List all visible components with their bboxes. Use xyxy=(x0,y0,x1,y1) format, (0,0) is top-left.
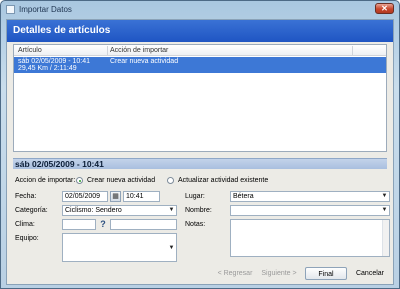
title-bar[interactable]: Importar Datos ✕ xyxy=(1,1,399,18)
window-title: Importar Datos xyxy=(19,5,72,14)
radio-create-label[interactable]: Crear nueva actividad xyxy=(87,177,155,184)
item-date: sáb 02/05/2009 - 10:41 xyxy=(18,58,91,65)
back-button[interactable]: < Regresar xyxy=(215,267,255,280)
close-button[interactable]: ✕ xyxy=(375,3,394,14)
notes-scrollbar[interactable] xyxy=(382,220,389,256)
section-title: Detalles de artículos xyxy=(13,25,111,36)
chevron-down-icon[interactable]: ▼ xyxy=(167,244,176,253)
chevron-down-icon[interactable]: ▼ xyxy=(380,192,389,201)
equipo-label: Equipo: xyxy=(15,235,39,242)
radio-update-label[interactable]: Actualizar actividad existente xyxy=(178,177,268,184)
next-button[interactable]: Siguiente > xyxy=(258,267,300,280)
lugar-label: Lugar: xyxy=(185,193,205,200)
item-action: Crear nueva actividad xyxy=(110,58,179,65)
calendar-button[interactable]: ▦ xyxy=(110,191,121,202)
column-divider[interactable] xyxy=(107,46,108,55)
detail-title: sáb 02/05/2009 - 10:41 xyxy=(15,159,104,169)
fecha-label: Fecha: xyxy=(15,193,37,200)
time-value: 10:41 xyxy=(126,193,144,200)
articles-list[interactable]: Artículo Acción de importar sáb 02/05/20… xyxy=(13,44,387,152)
column-header-articulo[interactable]: Artículo xyxy=(18,47,42,54)
detail-header: sáb 02/05/2009 - 10:41 xyxy=(13,158,387,169)
list-header: Artículo Acción de importar xyxy=(14,45,386,56)
calendar-icon: ▦ xyxy=(112,193,119,200)
equipment-list[interactable]: ▼ xyxy=(62,233,177,262)
nombre-label: Nombre: xyxy=(185,207,212,214)
name-dropdown[interactable]: ▼ xyxy=(230,205,390,216)
chevron-down-icon[interactable]: ▼ xyxy=(380,206,389,215)
help-icon[interactable]: ? xyxy=(98,219,108,230)
category-value: Ciclismo: Sendero xyxy=(65,207,122,214)
app-icon xyxy=(6,5,15,14)
column-divider[interactable] xyxy=(352,46,353,55)
chevron-down-icon[interactable]: ▼ xyxy=(167,206,176,215)
item-distance-time: 29,45 Km / 2:11:49 xyxy=(18,65,77,72)
date-field[interactable]: 02/05/2009 xyxy=(62,191,108,202)
time-field[interactable]: 10:41 xyxy=(123,191,160,202)
column-header-accion[interactable]: Acción de importar xyxy=(110,47,168,54)
import-window: Importar Datos ✕ Detalles de artículos A… xyxy=(0,0,400,289)
cancel-button[interactable]: Cancelar xyxy=(350,267,390,280)
categoria-label: Categoría: xyxy=(15,207,48,214)
radio-update-activity[interactable] xyxy=(167,177,174,184)
section-header: Detalles de artículos xyxy=(7,20,393,42)
location-value: Bétera xyxy=(233,193,254,200)
category-dropdown[interactable]: Ciclismo: Sendero ▼ xyxy=(62,205,177,216)
date-value: 02/05/2009 xyxy=(65,193,101,200)
weather-field[interactable] xyxy=(110,219,177,230)
location-dropdown[interactable]: Bétera ▼ xyxy=(230,191,390,202)
radio-create-activity[interactable] xyxy=(76,177,83,184)
notas-label: Notas: xyxy=(185,221,206,228)
clima-label: Clima: xyxy=(15,221,35,228)
list-item[interactable]: sáb 02/05/2009 - 10:41 29,45 Km / 2:11:4… xyxy=(14,57,386,73)
close-icon: ✕ xyxy=(381,4,388,13)
finish-button[interactable]: Final xyxy=(305,267,347,280)
import-action-label: Accion de importar: xyxy=(15,177,76,184)
dialog-body: Detalles de artículos Artículo Acción de… xyxy=(6,19,394,285)
notes-textarea[interactable] xyxy=(230,219,390,257)
temperature-field[interactable] xyxy=(62,219,96,230)
